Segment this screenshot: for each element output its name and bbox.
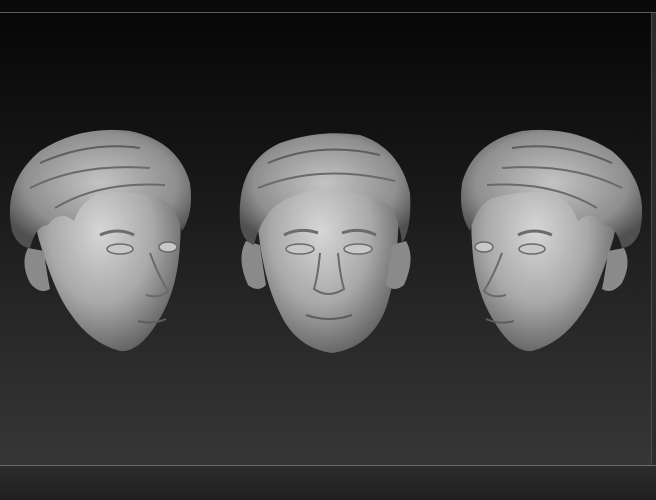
head-model-right[interactable] [461, 129, 643, 352]
bottom-tray [0, 466, 656, 500]
top-menu-bar [0, 0, 656, 13]
head-model-left[interactable] [9, 129, 191, 352]
head-model-center[interactable] [239, 133, 411, 353]
sculpt-viewport[interactable] [0, 13, 652, 465]
viewport-canvas [9, 129, 643, 353]
viewport-scrollbar[interactable] [651, 13, 656, 465]
